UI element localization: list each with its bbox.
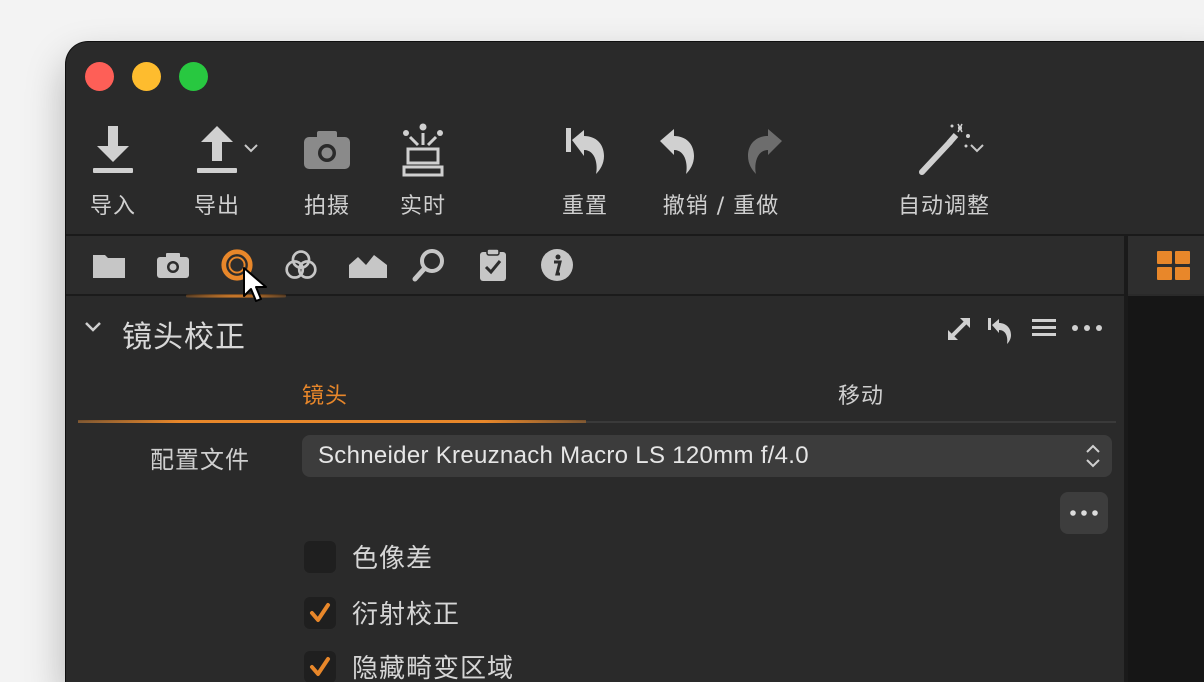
checkbox-diffraction-correction[interactable] — [304, 597, 336, 629]
exposure-icon[interactable] — [348, 248, 388, 282]
capture-label: 拍摄 — [304, 188, 350, 220]
import-label: 导入 — [90, 188, 136, 220]
checkbox-chromatic-aberration[interactable] — [304, 541, 336, 573]
reset-label: 重置 — [562, 188, 608, 220]
presets-icon[interactable] — [1030, 316, 1058, 340]
more-icon[interactable] — [1070, 316, 1104, 340]
checkmark-icon — [308, 601, 332, 625]
lens-correction-panel: 镜头校正 镜头 移动 配置文件 Schneider Kreuznach Macr… — [66, 298, 1124, 682]
capture-button[interactable]: 拍摄 — [302, 120, 352, 220]
checkmark-icon — [308, 655, 332, 679]
camera-icon — [302, 120, 352, 180]
magic-wand-icon — [916, 120, 972, 180]
chevron-down-icon[interactable] — [968, 142, 986, 154]
tool-tab-bar — [66, 236, 1124, 294]
profile-value: Schneider Kreuznach Macro LS 120mm f/4.0 — [318, 442, 809, 470]
export-icon — [195, 120, 239, 180]
import-button[interactable]: 导入 — [90, 120, 136, 220]
auto-adjust-button[interactable]: 自动调整 — [898, 120, 990, 220]
viewer-toolbar — [1128, 236, 1204, 294]
option-hide-distorted-areas[interactable]: 隐藏畸变区域 — [304, 648, 514, 682]
up-down-chevron-icon — [1084, 441, 1102, 471]
import-icon — [91, 120, 135, 180]
option-label: 隐藏畸变区域 — [352, 648, 514, 682]
folder-icon[interactable] — [92, 248, 126, 282]
export-button[interactable]: 导出 — [194, 120, 240, 220]
live-view-button[interactable]: 实时 — [396, 120, 450, 220]
color-icon[interactable] — [284, 248, 318, 282]
metadata-icon[interactable] — [540, 248, 574, 282]
minimize-window-button[interactable] — [132, 62, 161, 91]
redo-icon[interactable] — [744, 125, 786, 175]
chromatic-aberration-more-button[interactable] — [1060, 492, 1108, 534]
checkbox-hide-distorted-areas[interactable] — [304, 651, 336, 682]
more-icon — [1068, 508, 1100, 518]
close-window-button[interactable] — [85, 62, 114, 91]
tab-movement[interactable]: 移动 — [838, 378, 884, 410]
collapse-chevron-icon[interactable] — [82, 316, 104, 338]
tab-lens[interactable]: 镜头 — [302, 378, 348, 410]
profile-select[interactable]: Schneider Kreuznach Macro LS 120mm f/4.0 — [302, 435, 1112, 477]
app-window: 导入 导出 拍摄 — [66, 42, 1204, 682]
option-label: 衍射校正 — [352, 594, 460, 631]
reset-icon[interactable] — [986, 316, 1014, 344]
export-label: 导出 — [194, 188, 240, 220]
option-label: 色像差 — [352, 538, 433, 575]
option-chromatic-aberration[interactable]: 色像差 — [304, 538, 433, 575]
chevron-down-icon[interactable] — [242, 142, 260, 154]
undo-icon[interactable] — [656, 125, 698, 175]
live-view-label: 实时 — [400, 188, 446, 220]
details-icon[interactable] — [412, 248, 446, 282]
option-diffraction-correction[interactable]: 衍射校正 — [304, 594, 460, 631]
reset-icon — [562, 120, 608, 180]
undo-redo-label: 撤销 / 重做 — [663, 188, 779, 220]
zoom-window-button[interactable] — [179, 62, 208, 91]
camera-icon[interactable] — [156, 248, 190, 282]
viewer-area — [1128, 296, 1204, 682]
section-title: 镜头校正 — [122, 312, 246, 356]
profile-label: 配置文件 — [150, 440, 250, 475]
mouse-cursor-icon — [242, 266, 272, 306]
grid-view-icon[interactable] — [1156, 250, 1192, 282]
live-view-icon — [396, 120, 450, 180]
adjustments-icon[interactable] — [476, 248, 510, 282]
expand-icon[interactable] — [946, 316, 972, 342]
subtab-active-indicator — [78, 420, 586, 423]
auto-adjust-label: 自动调整 — [898, 188, 990, 220]
reset-button[interactable]: 重置 — [562, 120, 608, 220]
undo-redo-group: 撤销 / 重做 — [656, 120, 786, 220]
